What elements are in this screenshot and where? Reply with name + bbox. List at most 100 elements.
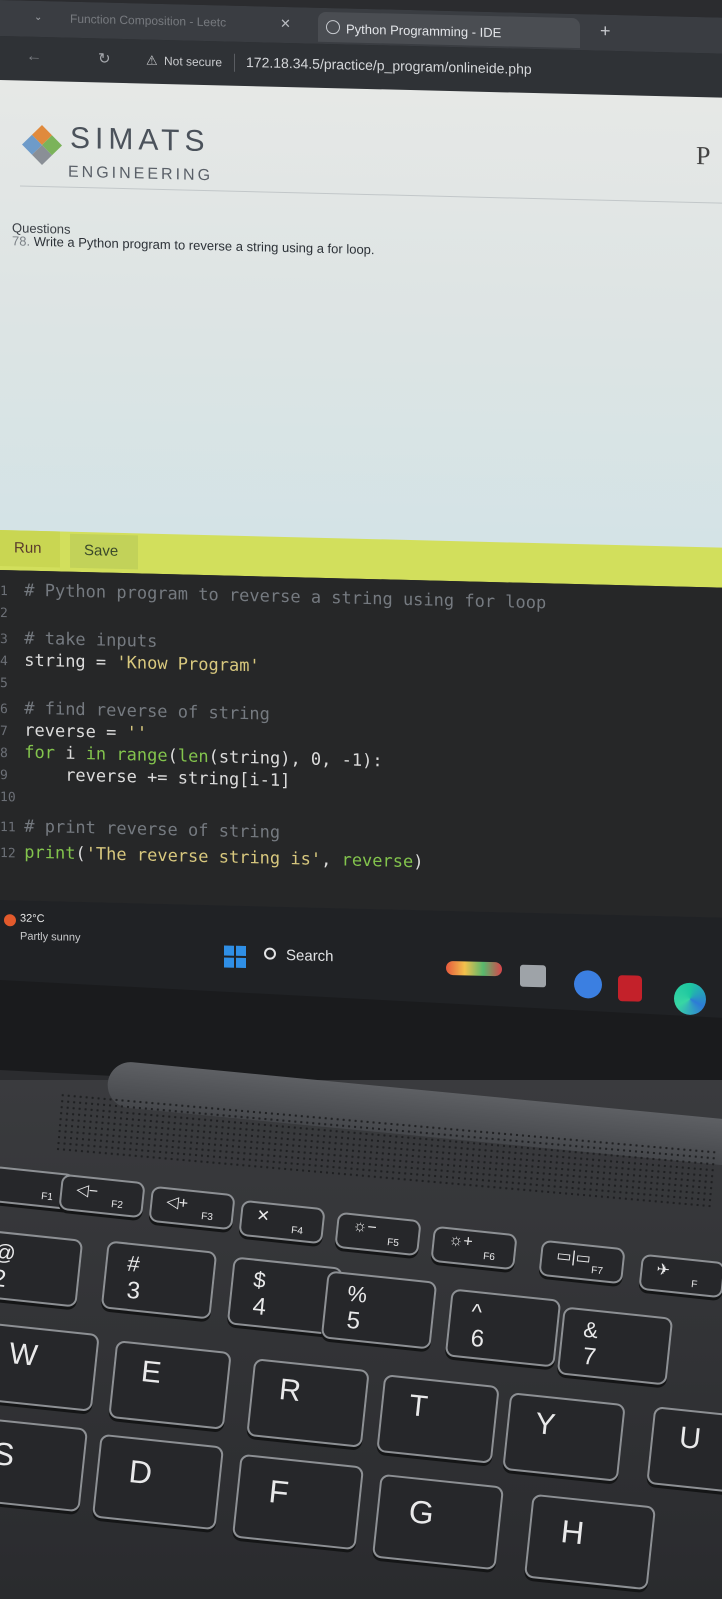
line-number: 3 (0, 632, 8, 648)
new-tab-button[interactable]: + (600, 21, 611, 42)
key-y[interactable]: Y (502, 1392, 626, 1482)
key-f3[interactable]: ◁+ F3 (148, 1185, 236, 1231)
save-button[interactable]: Save (70, 533, 138, 570)
header-right-text: P (696, 141, 711, 171)
key-icon: ✕ (255, 1207, 271, 1226)
key-f7[interactable]: ▭|▭ F7 (538, 1239, 626, 1285)
tab-title: Python Programming - IDE (346, 21, 502, 41)
page-content: SIMATS ENGINEERING P Questions 78. Write… (0, 80, 722, 568)
key-6[interactable]: ^ 6 (444, 1288, 562, 1368)
question-body: Write a Python program to reverse a stri… (33, 233, 375, 258)
meet-icon[interactable] (574, 970, 602, 999)
code-editor[interactable]: 1 # Python program to reverse a string u… (0, 570, 722, 918)
code-text: string = 'Know Program' (24, 650, 260, 677)
windows-start-icon[interactable] (224, 945, 246, 969)
key-letter: W (7, 1337, 40, 1373)
code-text: reverse = '' (24, 720, 148, 744)
warning-icon[interactable]: ⚠ (146, 53, 158, 69)
key-3[interactable]: #3 (100, 1240, 218, 1320)
key-digit: 5 (345, 1306, 362, 1336)
tab-leetcode[interactable]: Function Composition - Leetc (70, 2, 305, 44)
key-label: F6 (482, 1251, 496, 1264)
file-explorer-icon[interactable] (520, 964, 546, 988)
key-digit: 7 (581, 1342, 598, 1372)
security-label[interactable]: Not secure (164, 54, 222, 69)
key-digit: 6 (469, 1324, 486, 1354)
code-text: # take inputs (24, 628, 158, 652)
close-icon[interactable]: ✕ (280, 16, 291, 32)
key-symbol: % (346, 1280, 369, 1308)
key-digit: 2 (0, 1264, 8, 1294)
tab-menu-icon[interactable]: ⌄ (34, 12, 42, 23)
line-number: 9 (0, 768, 8, 784)
url-field[interactable]: 172.18.34.5/practice/p_program/onlineide… (246, 54, 532, 77)
key-symbol: # (126, 1250, 142, 1277)
key-r[interactable]: R (246, 1358, 370, 1448)
code-text: # Python program to reverse a string usi… (24, 580, 547, 614)
key-icon: ✈ (655, 1261, 671, 1280)
key-7[interactable]: & 7 (556, 1306, 674, 1386)
key-label: F (690, 1279, 698, 1291)
key-digit: 3 (125, 1276, 142, 1306)
key-icon: ☼+ (447, 1231, 474, 1251)
line-number: 2 (0, 606, 8, 622)
key-h[interactable]: H (523, 1493, 657, 1591)
key-symbol: & (582, 1316, 600, 1344)
question-number: 78. (12, 233, 31, 249)
key-f4[interactable]: ✕ F4 (238, 1199, 326, 1245)
line-number: 5 (0, 676, 8, 692)
key-icon: ◁− (75, 1181, 99, 1201)
code-line[interactable]: 10 (0, 786, 24, 809)
key-label: F7 (590, 1265, 604, 1278)
key-f[interactable]: F (231, 1453, 365, 1551)
code-line[interactable]: 11 # print reverse of string (0, 816, 280, 845)
key-f6[interactable]: ☼+ F6 (430, 1225, 518, 1271)
code-line[interactable]: 12 print('The reverse string is', revers… (0, 842, 423, 874)
code-line[interactable]: 1 # Python program to reverse a string u… (0, 580, 546, 615)
laptop-screen: ⌄ Function Composition - Leetc ✕ Python … (0, 0, 722, 1028)
line-number: 12 (0, 846, 16, 862)
key-letter: E (139, 1355, 163, 1390)
key-icon: ◁+ (165, 1193, 189, 1213)
tab-python-ide[interactable]: Python Programming - IDE ✕ (318, 11, 580, 49)
line-number: 1 (0, 584, 8, 600)
key-d[interactable]: D (91, 1433, 225, 1531)
key-label: F1 (40, 1191, 54, 1204)
back-arrow-icon[interactable]: ← (26, 48, 42, 66)
key-letter: S (0, 1435, 17, 1474)
taskbar-search[interactable]: Search (264, 946, 334, 965)
code-line[interactable]: 2 (0, 602, 24, 625)
key-s[interactable]: S (0, 1415, 89, 1513)
code-line[interactable]: 4 string = 'Know Program' (0, 650, 260, 678)
weather-temperature[interactable]: 32°C (20, 912, 45, 925)
key-f2[interactable]: ◁− F2 (58, 1173, 146, 1219)
key-g[interactable]: G (371, 1473, 505, 1571)
key-u[interactable]: U (646, 1406, 722, 1496)
line-number: 7 (0, 724, 8, 740)
weather-icon[interactable] (4, 914, 16, 927)
weather-condition[interactable]: Partly sunny (20, 930, 81, 943)
code-line[interactable]: 5 (0, 672, 24, 695)
key-letter: G (407, 1493, 436, 1532)
key-label: F3 (200, 1211, 214, 1224)
photo-stage: ⌄ Function Composition - Leetc ✕ Python … (0, 0, 722, 1599)
search-icon (264, 947, 276, 960)
edge-browser-icon[interactable] (674, 982, 706, 1016)
key-f5[interactable]: ☼− F5 (334, 1211, 422, 1257)
key-2[interactable]: @2 (0, 1228, 84, 1308)
key-f8[interactable]: ✈ F (638, 1253, 722, 1299)
key-letter: D (127, 1453, 154, 1492)
line-number: 4 (0, 654, 8, 670)
key-5[interactable]: % 5 (320, 1270, 438, 1350)
key-letter: U (677, 1421, 703, 1457)
key-letter: Y (533, 1407, 557, 1442)
key-w[interactable]: W (0, 1322, 100, 1412)
widget-icon[interactable] (446, 960, 502, 977)
mcafee-icon[interactable] (618, 975, 642, 1002)
tab-title: Function Composition - Leetc (70, 11, 227, 30)
key-t[interactable]: T (376, 1374, 500, 1464)
run-button[interactable]: Run (0, 530, 60, 568)
reload-icon[interactable]: ↻ (98, 49, 111, 67)
key-e[interactable]: E (108, 1340, 232, 1430)
